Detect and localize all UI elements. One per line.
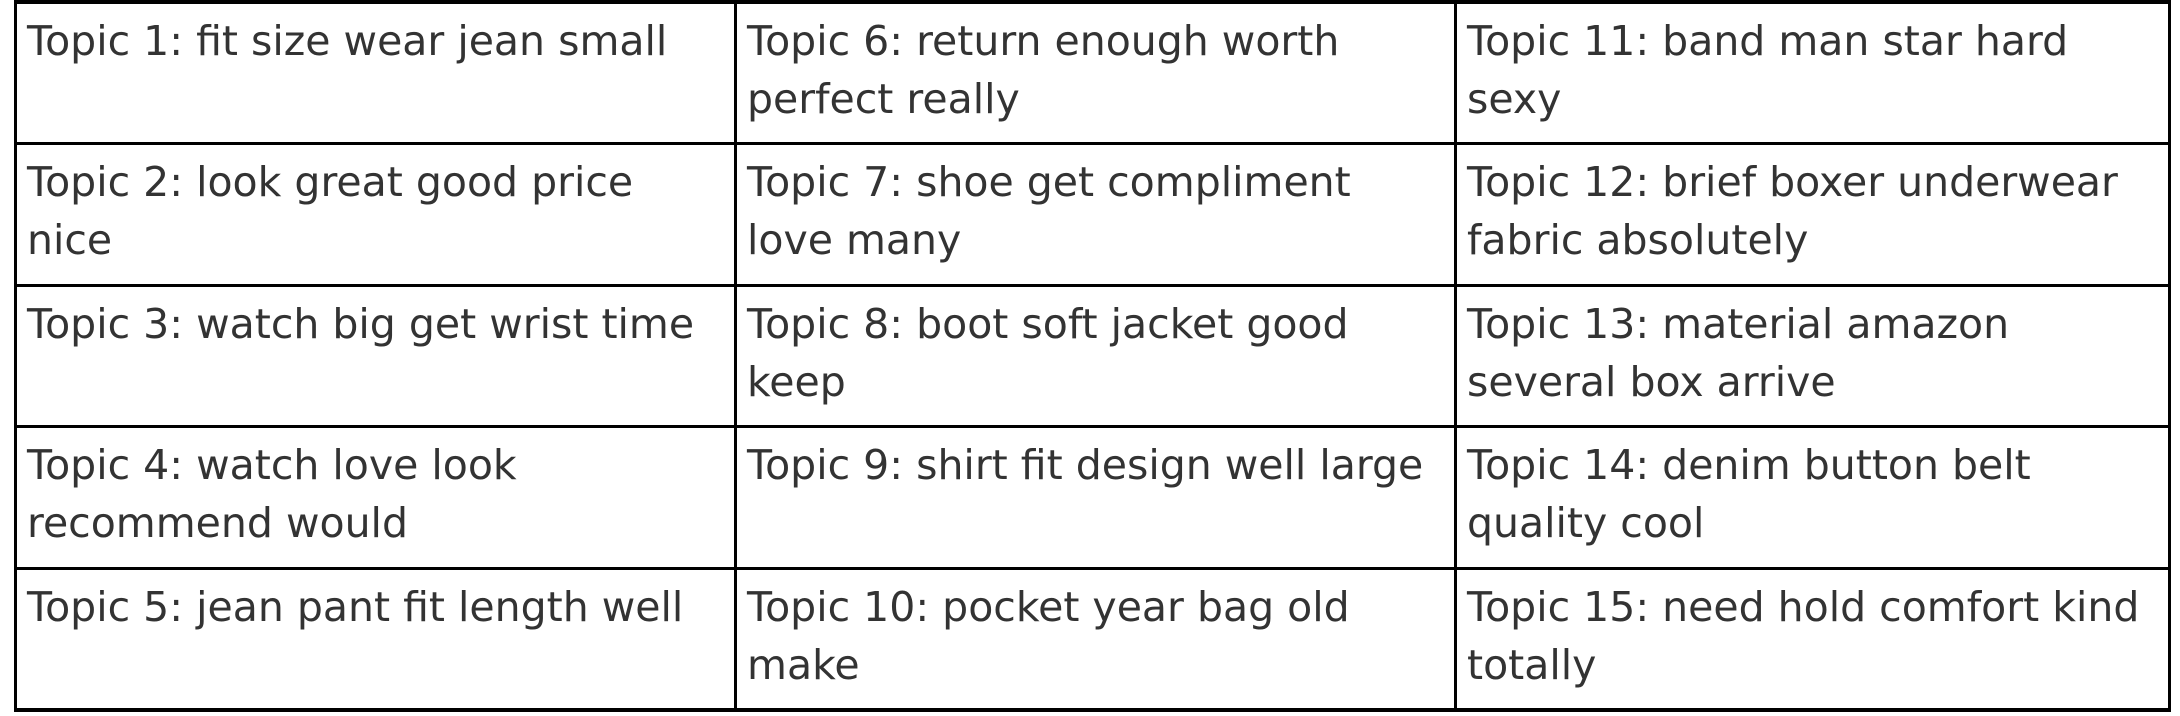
topic-cell: Topic 8: boot soft jacket good keep [734,283,1457,429]
topic-cell: Topic 9: shirt fit design well large [734,425,1457,570]
topic-cell: Topic 4: watch love look recommend would [14,425,737,570]
topic-cell: Topic 15: need hold comfort kind totally [1454,566,2171,712]
topic-cell: Topic 7: shoe get compliment love many [734,142,1457,287]
table-row: Topic 3: watch big get wrist time Topic … [14,283,2171,429]
topic-cell: Topic 12: brief boxer underwear fabric a… [1454,142,2171,287]
topic-cell: Topic 10: pocket year bag old make [734,566,1457,712]
table-row: Topic 5: jean pant fit length well Topic… [14,566,2171,712]
table-row: Topic 2: look great good price nice Topi… [14,142,2171,287]
topic-cell: Topic 3: watch big get wrist time [14,283,737,429]
topic-cell: Topic 14: denim button belt quality cool [1454,425,2171,570]
topic-cell: Topic 5: jean pant fit length well [14,566,737,712]
topic-cell: Topic 2: look great good price nice [14,142,737,287]
topic-table: Topic 1: fit size wear jean small Topic … [14,0,2171,712]
topic-cell: Topic 11: band man star hard sexy [1454,0,2171,146]
topic-cell: Topic 1: fit size wear jean small [14,0,737,146]
topic-cell: Topic 6: return enough worth perfect rea… [734,0,1457,146]
topic-cell: Topic 13: material amazon several box ar… [1454,283,2171,429]
table-row: Topic 1: fit size wear jean small Topic … [14,0,2171,146]
table-row: Topic 4: watch love look recommend would… [14,425,2171,570]
